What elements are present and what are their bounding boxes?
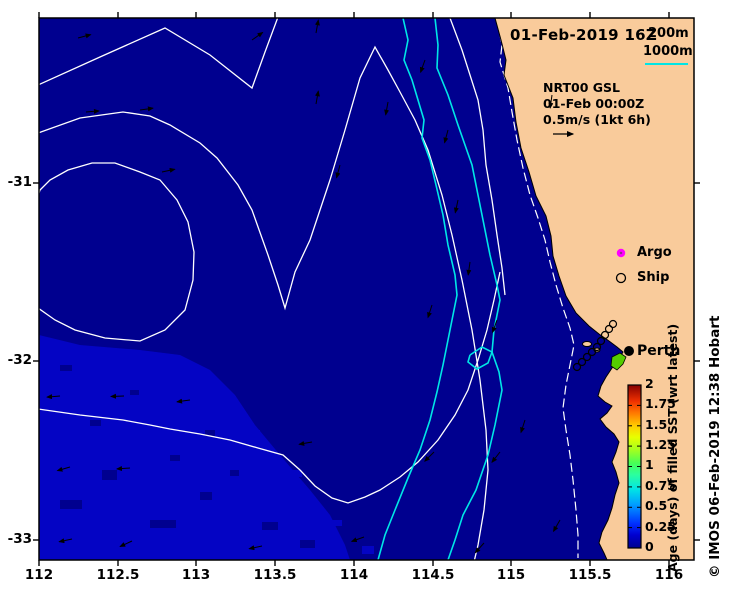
argo-legend-label: Argo: [637, 245, 672, 260]
x-tick-label: 113: [181, 567, 211, 583]
colorbar-tick-label: 0: [645, 539, 654, 554]
depth-legend-1000m-label: 1000m: [643, 44, 693, 59]
x-tick-label: 112.5: [96, 567, 140, 583]
colorbar-tick-label: 1.5: [645, 417, 668, 432]
x-tick-label: 115.5: [568, 567, 612, 583]
sst-age-map-figure: 01-Feb-2019 16Z 200m 1000m NRT00 GSL 01-…: [0, 0, 739, 592]
ship-legend-label: Ship: [637, 270, 670, 285]
colorbar-axis-label: Age (days) of filled SST (wrt latest): [665, 323, 680, 572]
x-tick-label: 112: [24, 567, 54, 583]
model-info-line1: NRT00 GSL: [543, 80, 621, 95]
copyright-text: © IMOS 06-Feb-2019 12:38 Hobart: [707, 315, 723, 578]
colorbar-tick-label: 2: [645, 376, 654, 391]
perth-city-marker: [624, 346, 634, 356]
map-title: 01-Feb-2019 16Z: [510, 26, 658, 44]
rottnest-island: [582, 341, 592, 347]
map-plot: [33, 12, 700, 566]
x-tick-label: 114: [339, 567, 369, 583]
colorbar-tick-label: 1: [645, 457, 654, 472]
colorbar: [627, 384, 642, 549]
y-tick-label: -31: [7, 174, 32, 190]
model-info-line3: 0.5m/s (1kt 6h): [543, 112, 651, 127]
x-tick-label: 115: [496, 567, 526, 583]
depth-legend-200m-label: 200m: [648, 26, 689, 41]
colorbar-tick-label: 0.5: [645, 498, 668, 513]
y-tick-label: -33: [7, 531, 32, 547]
x-tick-label: 114.5: [411, 567, 455, 583]
x-tick-label: 113.5: [253, 567, 297, 583]
model-info-line2: 01-Feb 00:00Z: [543, 96, 645, 111]
y-tick-label: -32: [7, 352, 32, 368]
